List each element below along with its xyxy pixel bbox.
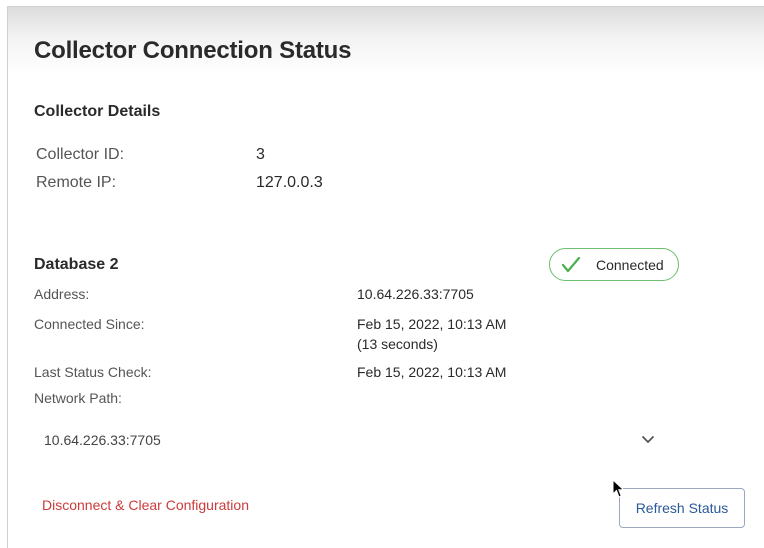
last-status-check-label: Last Status Check:	[34, 364, 152, 380]
remote-ip-value: 127.0.0.3	[256, 174, 323, 191]
mouse-cursor-icon	[612, 479, 625, 498]
connected-since-value: Feb 15, 2022, 10:13 AM	[357, 316, 507, 332]
connected-duration-value: (13 seconds)	[357, 336, 438, 352]
check-icon	[561, 256, 581, 273]
status-badge: Connected	[549, 248, 679, 281]
address-value: 10.64.226.33:7705	[357, 286, 474, 302]
connected-since-label: Connected Since:	[34, 316, 145, 332]
chevron-down-icon[interactable]	[641, 435, 655, 445]
status-text: Connected	[596, 257, 664, 273]
last-status-check-value: Feb 15, 2022, 10:13 AM	[357, 364, 507, 380]
refresh-status-button[interactable]: Refresh Status	[619, 488, 745, 528]
collector-id-label: Collector ID:	[36, 146, 125, 163]
address-label: Address:	[34, 286, 90, 302]
network-path-item[interactable]: 10.64.226.33:7705	[8, 425, 698, 457]
collector-id-value: 3	[256, 146, 265, 163]
page-title: Collector Connection Status	[34, 37, 352, 64]
collector-details-title: Collector Details	[34, 103, 161, 120]
disconnect-clear-link[interactable]: Disconnect & Clear Configuration	[42, 497, 249, 513]
network-path-label: Network Path:	[34, 390, 122, 406]
remote-ip-label: Remote IP:	[36, 174, 117, 191]
database-title: Database 2	[34, 256, 119, 273]
collector-status-panel: Collector Connection Status Collector De…	[7, 6, 764, 548]
network-path-value: 10.64.226.33:7705	[44, 432, 161, 448]
